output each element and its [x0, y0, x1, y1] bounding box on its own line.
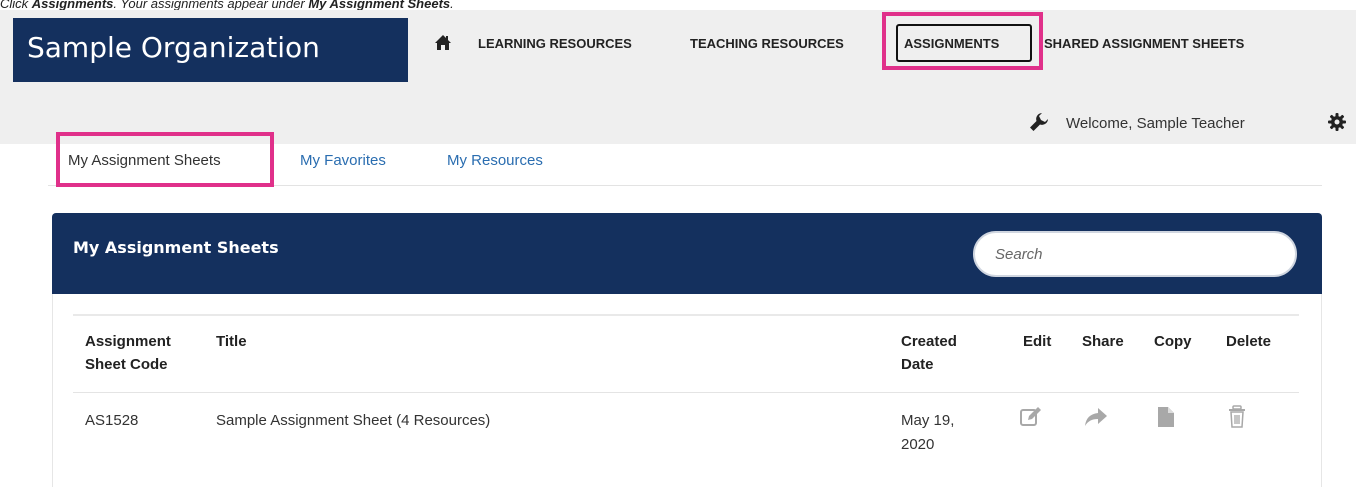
table-header-divider	[73, 392, 1299, 393]
trash-icon[interactable]	[1228, 405, 1250, 429]
col-assignment-sheet-code[interactable]: Assignment Sheet Code	[85, 330, 171, 376]
col-edit: Edit	[1023, 333, 1052, 350]
panel-title: My Assignment Sheets	[73, 238, 279, 257]
home-icon[interactable]	[434, 32, 452, 54]
nav-learning-resources[interactable]: LEARNING RESOURCES	[478, 36, 632, 51]
col-date-line2: Date	[901, 356, 934, 373]
row-date-line2: 2020	[901, 436, 935, 453]
col-code-line1: Assignment	[85, 333, 171, 350]
table-top-border	[73, 314, 1299, 316]
tab-highlight	[56, 132, 274, 187]
nav-teaching-resources[interactable]: TEACHING RESOURCES	[690, 36, 844, 51]
tab-my-favorites[interactable]: My Favorites	[300, 152, 386, 169]
panel-body	[52, 294, 1322, 487]
col-date-line1: Created	[901, 333, 957, 350]
col-code-line2: Sheet Code	[85, 356, 168, 373]
col-title[interactable]: Title	[216, 330, 247, 353]
gear-icon[interactable]	[1328, 113, 1346, 131]
org-logo[interactable]: Sample Organization	[13, 18, 408, 82]
row-date-line1: May 19,	[901, 412, 955, 429]
copy-icon[interactable]	[1156, 405, 1178, 429]
row-created-date: May 19, 2020	[901, 409, 954, 457]
col-delete: Delete	[1226, 333, 1272, 350]
row-code: AS1528	[85, 412, 139, 429]
caption-destination: My Assignment Sheets	[308, 0, 451, 10]
caption-prefix: Click	[0, 0, 32, 10]
tab-my-resources[interactable]: My Resources	[447, 152, 543, 169]
share-icon[interactable]	[1083, 405, 1107, 429]
col-share: Share	[1082, 333, 1124, 350]
wrench-icon[interactable]	[1028, 111, 1050, 133]
assignments-focus-ring	[896, 24, 1032, 62]
col-copy: Copy	[1154, 333, 1192, 350]
caption-middle: . Your assignments appear under	[113, 0, 309, 10]
org-name: Sample Organization	[27, 31, 320, 64]
edit-icon[interactable]	[1020, 405, 1042, 429]
instruction-caption: Click Assignments. Your assignments appe…	[0, 0, 1356, 10]
nav-shared-assignment-sheets[interactable]: SHARED ASSIGNMENT SHEETS	[1044, 36, 1244, 51]
welcome-text[interactable]: Welcome, Sample Teacher	[1066, 115, 1245, 132]
search-input[interactable]	[973, 231, 1297, 277]
col-created-date[interactable]: Created Date	[901, 330, 957, 376]
caption-suffix: .	[450, 0, 454, 10]
row-title[interactable]: Sample Assignment Sheet (4 Resources)	[216, 409, 490, 433]
caption-target: Assignments	[31, 0, 114, 10]
